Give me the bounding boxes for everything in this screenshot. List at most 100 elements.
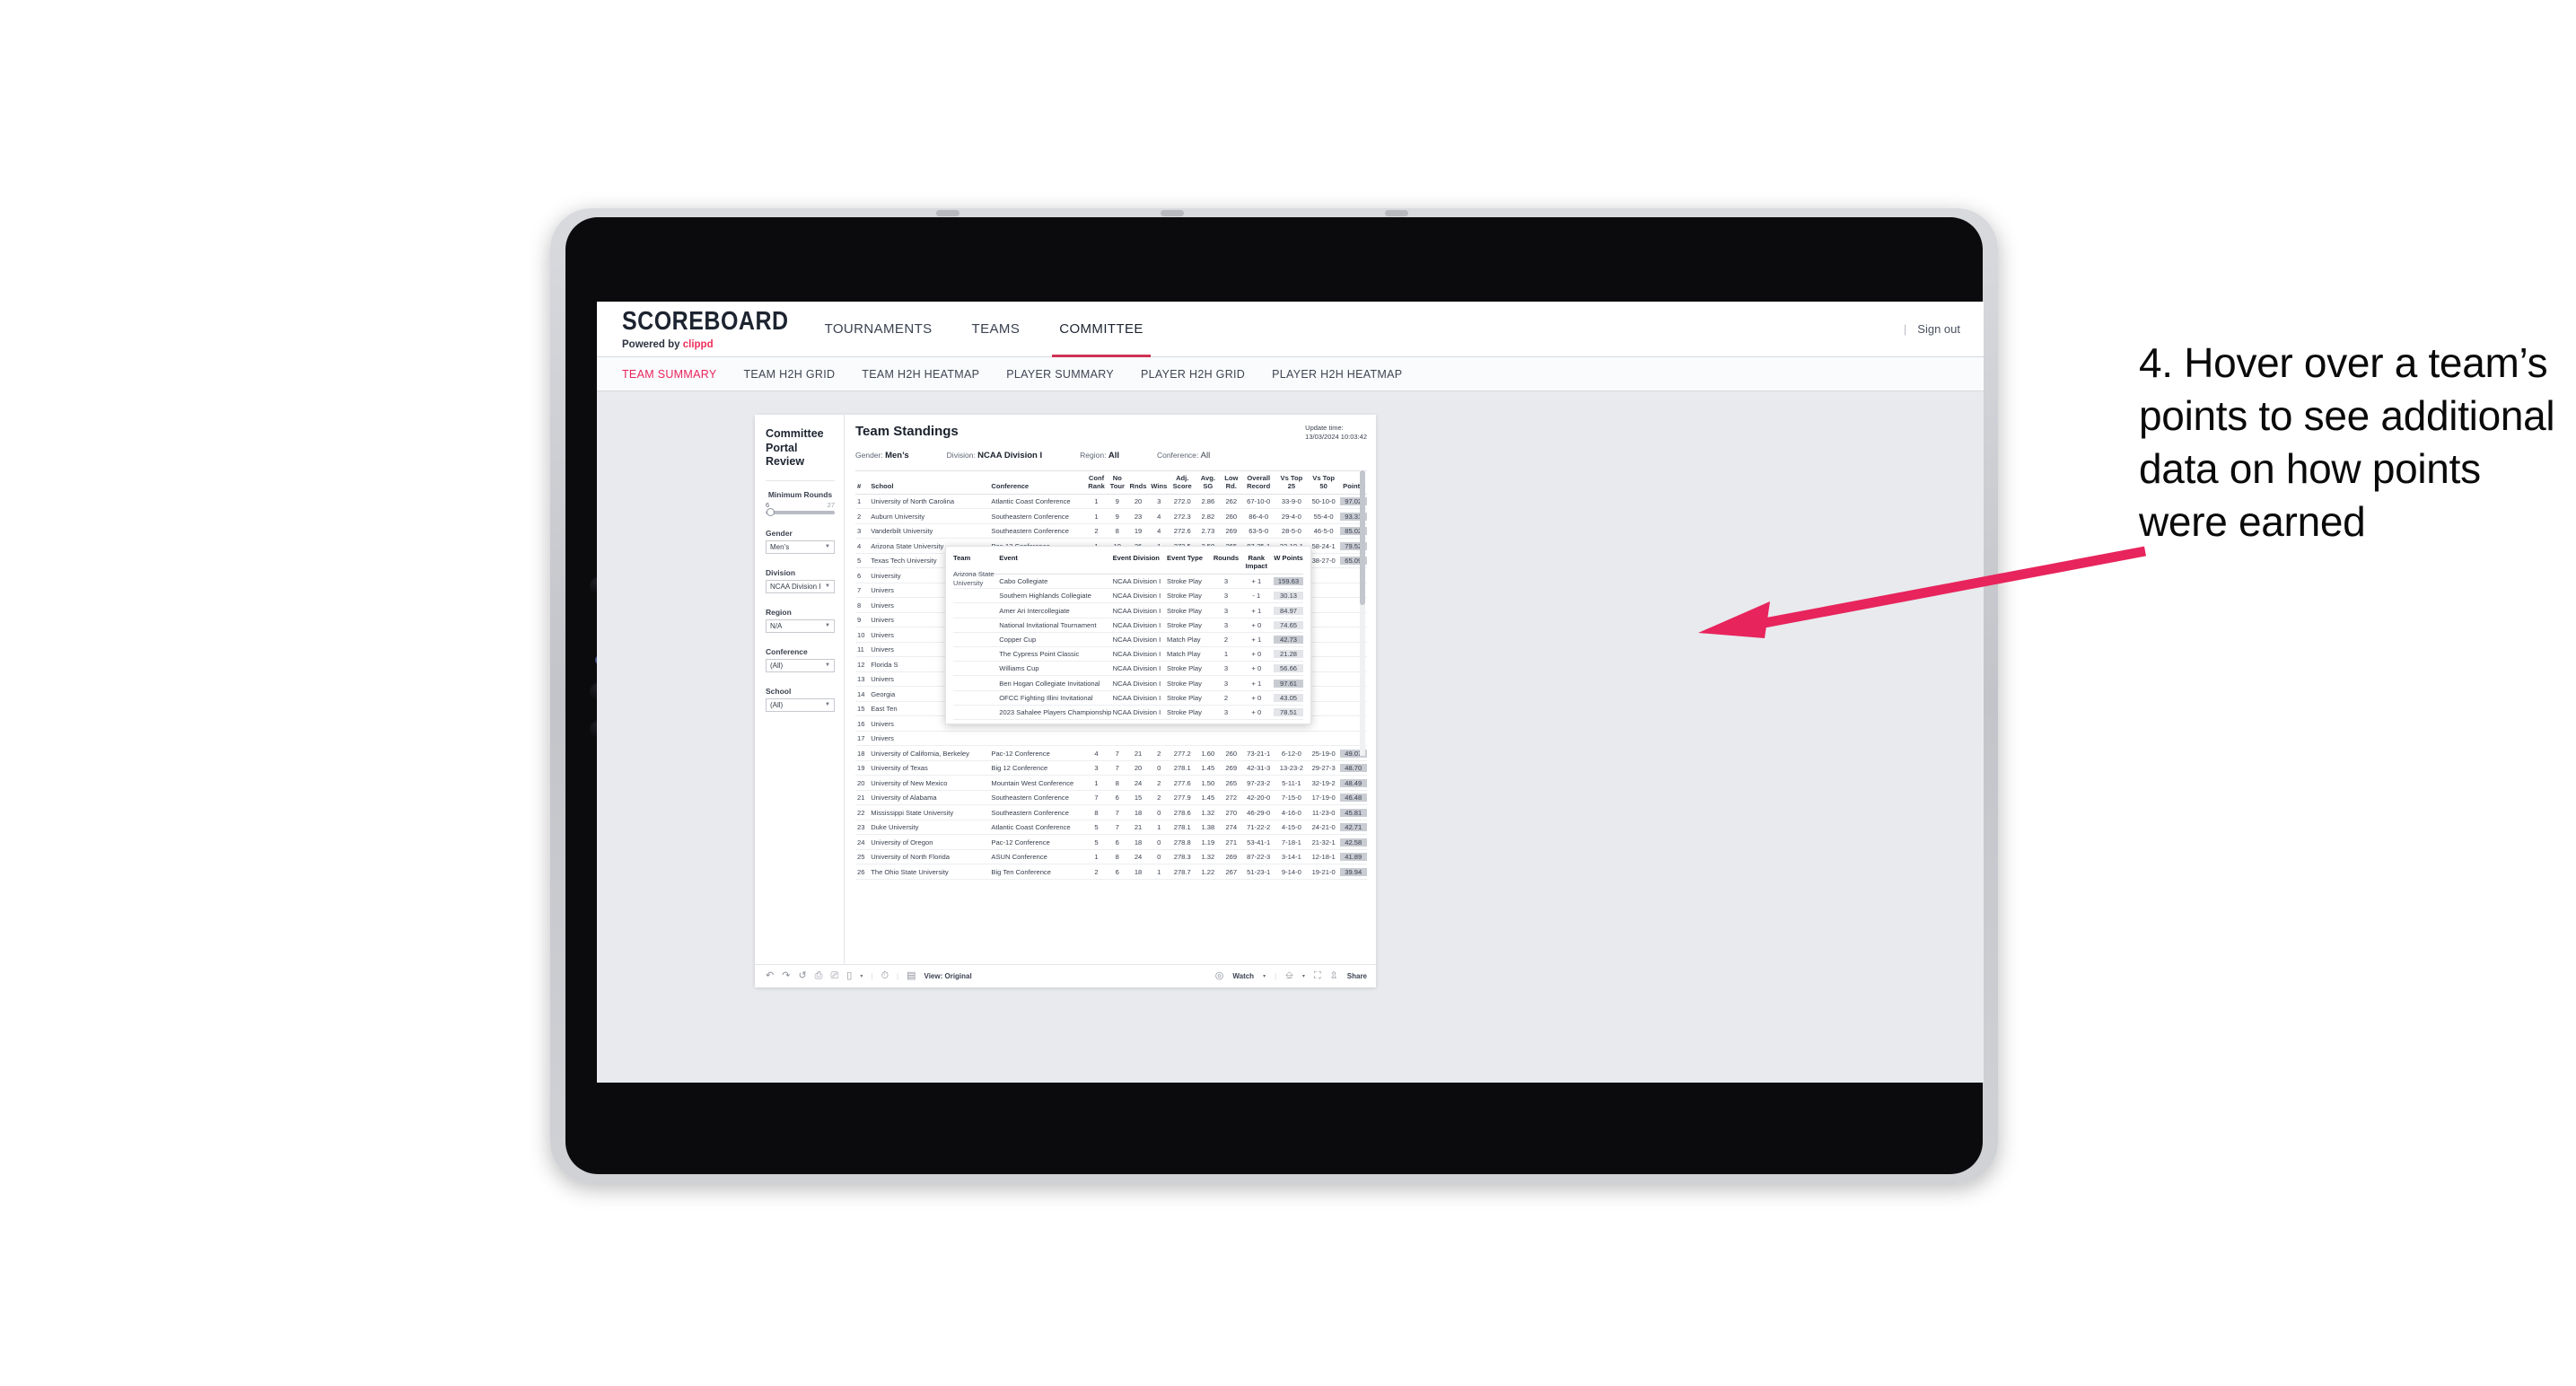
col-rank[interactable]: #: [855, 482, 871, 491]
tab-team-h2h-heatmap[interactable]: TEAM H2H HEATMAP: [862, 368, 979, 381]
table-row[interactable]: 18 University of California, Berkeley Pac-…: [855, 746, 1367, 761]
download-icon[interactable]: ⎒: [1285, 971, 1293, 981]
minimum-rounds-slider[interactable]: [766, 507, 835, 516]
cell-conference: ASUN Conference: [991, 853, 1047, 862]
points-value[interactable]: 42.71: [1339, 823, 1367, 832]
watch-button[interactable]: Watch: [1232, 972, 1254, 980]
tab-player-h2h-heatmap[interactable]: PLAYER H2H HEATMAP: [1272, 368, 1402, 381]
chevron-down-icon[interactable]: ▾: [860, 973, 863, 979]
chevron-down-icon[interactable]: ▾: [1263, 973, 1266, 979]
brand-logo[interactable]: SCOREBOARD Powered by clippd: [597, 302, 805, 356]
cell-vs-top-50: [1308, 601, 1340, 610]
table-row[interactable]: 24 University of Oregon Pac-12 Conference 5…: [855, 835, 1367, 850]
alerts-icon[interactable]: ⏱: [881, 971, 889, 981]
tooltip-row: Ben Hogan Collegiate Invitational NCAA Di…: [953, 676, 1303, 691]
pause-updates-icon[interactable]: ⎚: [830, 971, 838, 981]
cell-points[interactable]: 42.71: [1339, 823, 1367, 832]
nav-committee[interactable]: COMMITTEE: [1039, 302, 1163, 357]
table-row[interactable]: 1 University of North Carolina Atlantic Co…: [855, 495, 1367, 510]
cell-conf-rank: 1: [1094, 778, 1099, 787]
cell-vs-top-25: 29-4-0: [1281, 512, 1301, 521]
scrollbar-thumb[interactable]: [1360, 470, 1365, 606]
table-row[interactable]: 17 Univers: [855, 732, 1367, 747]
table-row[interactable]: 26 The Ohio State University Big Ten Confe…: [855, 864, 1367, 880]
table-row[interactable]: 21 University of Alabama Southeastern Conf…: [855, 791, 1367, 806]
col-rnds[interactable]: Rnds: [1127, 482, 1148, 491]
cell-points[interactable]: 39.94: [1339, 867, 1367, 876]
table-row[interactable]: 20 University of New Mexico Mountain West …: [855, 776, 1367, 791]
conference-value: (All): [770, 661, 784, 670]
refresh-data-icon[interactable]: ⎙: [815, 971, 823, 981]
tooltip-row: Amer Ari Intercollegiate NCAA Division I S…: [953, 603, 1303, 618]
cell-adj-score: 278.6: [1173, 808, 1191, 817]
col-wins[interactable]: Wins: [1149, 482, 1170, 491]
view-label[interactable]: View: Original: [924, 972, 972, 980]
col-school[interactable]: School: [871, 482, 991, 491]
division-select[interactable]: NCAA Division I ▼: [766, 579, 835, 593]
region-select[interactable]: N/A ▼: [766, 618, 835, 633]
device-layout-icon[interactable]: ▯: [846, 971, 852, 981]
points-value[interactable]: 39.94: [1339, 867, 1367, 876]
table-row[interactable]: 3 Vanderbilt University Southeastern Confe…: [855, 524, 1367, 539]
points-value[interactable]: 42.58: [1339, 838, 1367, 847]
cell-points[interactable]: 48.49: [1339, 778, 1367, 787]
tab-team-h2h-grid[interactable]: TEAM H2H GRID: [743, 368, 835, 381]
cell-vs-top-50: 25-19-0: [1311, 749, 1336, 758]
points-value[interactable]: 41.89: [1339, 853, 1367, 862]
tab-player-h2h-grid[interactable]: PLAYER H2H GRID: [1141, 368, 1245, 381]
cell-vs-top-25: 6-12-0: [1281, 749, 1301, 758]
cell-rnds: 15: [1134, 794, 1143, 803]
workbook-toolbar: ↶ ↷ ↺ ⎙ ⎚ ▯ ▾ | ⏱ | ▤ View: Original ◎ W…: [755, 964, 1376, 987]
school-select[interactable]: (All) ▼: [766, 697, 835, 712]
conference-select[interactable]: (All) ▼: [766, 658, 835, 672]
cell-points[interactable]: 48.70: [1339, 764, 1367, 773]
gender-value: Men’s: [770, 542, 790, 551]
cell-points[interactable]: 45.81: [1339, 808, 1367, 817]
revert-icon[interactable]: ↺: [798, 971, 806, 981]
division-value: NCAA Division I: [770, 582, 821, 591]
share-icon[interactable]: ⇫: [1330, 971, 1338, 981]
points-value[interactable]: 45.81: [1339, 808, 1367, 817]
nav-tournaments[interactable]: TOURNAMENTS: [805, 302, 952, 356]
slider-handle[interactable]: [767, 507, 775, 516]
cell-points[interactable]: 42.58: [1339, 838, 1367, 847]
col-vs-top-50[interactable]: Vs Top 50: [1308, 475, 1340, 490]
table-row[interactable]: 2 Auburn University Southeastern Conferenc…: [855, 509, 1367, 524]
col-avg-sg[interactable]: Avg. SG: [1196, 475, 1222, 490]
table-row[interactable]: 22 Mississippi State University Southeaste…: [855, 805, 1367, 820]
tab-team-summary[interactable]: TEAM SUMMARY: [622, 368, 716, 381]
col-conf-rank[interactable]: Conf Rank: [1086, 475, 1107, 490]
col-vs-top-25[interactable]: Vs Top 25: [1275, 475, 1308, 490]
nav-teams[interactable]: TEAMS: [952, 302, 1040, 356]
chevron-down-icon[interactable]: ▾: [1302, 973, 1305, 979]
table-row[interactable]: 23 Duke University Atlantic Coast Conferen…: [855, 820, 1367, 836]
redo-icon[interactable]: ↷: [782, 971, 790, 981]
gender-select[interactable]: Men’s ▼: [766, 539, 835, 554]
undo-icon[interactable]: ↶: [766, 971, 774, 981]
tt-cell-rounds: 2: [1223, 635, 1229, 644]
table-row[interactable]: 19 University of Texas Big 12 Conference 3 7…: [855, 761, 1367, 776]
sign-out-link[interactable]: Sign out: [1917, 322, 1960, 336]
cell-rank: 6: [857, 571, 862, 580]
share-button[interactable]: Share: [1347, 972, 1367, 980]
tab-player-summary[interactable]: PLAYER SUMMARY: [1006, 368, 1114, 381]
cell-wins: 2: [1157, 778, 1161, 787]
table-row[interactable]: 25 University of North Florida ASUN Confer…: [855, 850, 1367, 865]
tt-points-value: 159.63: [1274, 577, 1303, 586]
fullscreen-icon[interactable]: ⛶: [1314, 971, 1321, 981]
col-low-rd[interactable]: Low Rd.: [1221, 475, 1241, 490]
col-no-tour[interactable]: No Tour: [1107, 475, 1127, 490]
cell-conf-rank: 8: [1094, 808, 1099, 817]
filter-key: Conference:: [1156, 451, 1199, 461]
points-value[interactable]: 48.49: [1339, 778, 1367, 787]
panel-title-line1: Committee: [766, 427, 824, 440]
col-overall-record[interactable]: Overall Record: [1241, 475, 1275, 490]
cell-points[interactable]: 46.48: [1339, 794, 1367, 803]
tt-cell-type: Stroke Play: [1167, 606, 1202, 615]
cell-points[interactable]: 41.89: [1339, 853, 1367, 862]
col-adj-score[interactable]: Adj. Score: [1170, 475, 1196, 490]
points-value[interactable]: 46.48: [1339, 794, 1367, 803]
vertical-scrollbar[interactable]: [1360, 470, 1365, 757]
col-conference[interactable]: Conference: [991, 482, 1086, 491]
points-value[interactable]: 48.70: [1339, 764, 1367, 773]
